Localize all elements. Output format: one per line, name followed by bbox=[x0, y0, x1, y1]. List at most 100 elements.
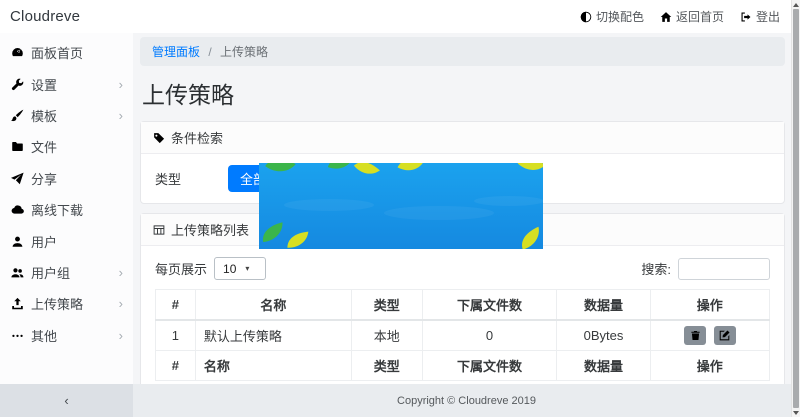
upload-icon bbox=[11, 297, 24, 310]
ellipsis-icon bbox=[11, 329, 24, 342]
wrench-icon bbox=[11, 78, 24, 91]
breadcrumb-separator: / bbox=[208, 45, 211, 59]
sidebar-item-label: 设置 bbox=[31, 75, 57, 94]
user-icon bbox=[11, 235, 24, 248]
table-footer-header-row: # 名称 类型 下属文件数 数据量 操作 bbox=[156, 351, 770, 381]
column-footer: 名称 bbox=[195, 351, 351, 381]
sidebar-item-label: 离线下载 bbox=[31, 200, 83, 219]
edit-icon bbox=[719, 330, 730, 341]
logout-icon bbox=[740, 11, 752, 23]
sidebar-item-dashboard[interactable]: 面板首页 bbox=[0, 37, 133, 68]
topbar-actions: 切换配色 返回首页 登出 bbox=[580, 8, 780, 25]
page-title: 上传策略 bbox=[142, 76, 783, 110]
sidebar-item-users[interactable]: 用户 bbox=[0, 225, 133, 256]
scrollbar-thumb[interactable] bbox=[793, 9, 799, 408]
column-header[interactable]: 名称 bbox=[195, 290, 351, 321]
cell-index: 1 bbox=[156, 320, 196, 351]
policy-table: # 名称 类型 下属文件数 数据量 操作 1 默认上传策略 本地 0 0Byte bbox=[155, 289, 770, 381]
share-icon bbox=[11, 172, 24, 185]
policy-list-card-title: 上传策略列表 bbox=[171, 220, 249, 239]
sidebar-collapse-button[interactable]: ‹ bbox=[0, 384, 133, 417]
theme-toggle-button[interactable]: 切换配色 bbox=[580, 8, 644, 25]
brush-icon bbox=[11, 109, 24, 122]
sidebar-item-label: 用户 bbox=[31, 232, 57, 251]
column-footer: # bbox=[156, 351, 196, 381]
cell-policy-type: 本地 bbox=[351, 320, 422, 351]
scroll-down-button[interactable] bbox=[792, 408, 800, 417]
vertical-scrollbar[interactable] bbox=[791, 0, 800, 417]
sidebar-item-offline-download[interactable]: 离线下载 bbox=[0, 194, 133, 225]
column-header[interactable]: # bbox=[156, 290, 196, 321]
sidebar-item-shares[interactable]: 分享 bbox=[0, 163, 133, 194]
column-footer: 数据量 bbox=[557, 351, 650, 381]
sidebar-item-templates[interactable]: 模板 › bbox=[0, 100, 133, 131]
breadcrumb: 管理面板 / 上传策略 bbox=[140, 37, 785, 66]
chevron-right-icon: › bbox=[119, 77, 123, 92]
chevron-left-icon: ‹ bbox=[64, 393, 68, 408]
folder-icon bbox=[11, 140, 24, 153]
chevron-right-icon: › bbox=[119, 108, 123, 123]
tag-icon bbox=[153, 132, 165, 144]
per-page-select[interactable]: 10 ▾ bbox=[214, 257, 266, 280]
chevron-right-icon: › bbox=[119, 265, 123, 280]
per-page-label: 每页展示 bbox=[155, 259, 207, 278]
back-home-button[interactable]: 返回首页 bbox=[660, 8, 724, 25]
filter-card-title: 条件检索 bbox=[171, 128, 223, 147]
cell-actions bbox=[650, 320, 769, 351]
cell-file-count: 0 bbox=[422, 320, 557, 351]
arrow-up-icon bbox=[793, 3, 799, 7]
logout-label: 登出 bbox=[756, 8, 780, 25]
page-footer: Copyright © Cloudreve 2019 bbox=[133, 384, 800, 417]
arrow-down-icon bbox=[793, 411, 799, 415]
table-header-row: # 名称 类型 下属文件数 数据量 操作 bbox=[156, 290, 770, 321]
column-footer: 下属文件数 bbox=[422, 351, 557, 381]
breadcrumb-current: 上传策略 bbox=[220, 45, 268, 59]
column-header[interactable]: 下属文件数 bbox=[422, 290, 557, 321]
caret-down-icon: ▾ bbox=[245, 264, 249, 273]
theme-toggle-icon bbox=[580, 11, 592, 23]
dashboard-icon bbox=[11, 46, 24, 59]
column-header[interactable]: 数据量 bbox=[557, 290, 650, 321]
delete-policy-button[interactable] bbox=[684, 326, 706, 345]
users-icon bbox=[11, 266, 24, 279]
sidebar-item-label: 其他 bbox=[31, 326, 57, 345]
cell-data-size: 0Bytes bbox=[557, 320, 650, 351]
home-icon bbox=[660, 11, 672, 23]
trash-icon bbox=[690, 330, 701, 341]
sidebar: 面板首页 设置 › 模板 › 文件 分享 离线下载 用户 用户组 › 上传策略 … bbox=[0, 33, 133, 384]
column-header[interactable]: 类型 bbox=[351, 290, 422, 321]
search-label: 搜索: bbox=[641, 259, 671, 278]
sidebar-item-label: 上传策略 bbox=[31, 294, 83, 313]
copyright-text: Copyright © Cloudreve 2019 bbox=[397, 395, 536, 407]
cell-policy-name: 默认上传策略 bbox=[195, 320, 351, 351]
brand-logo: Cloudreve bbox=[10, 8, 80, 25]
sidebar-item-user-groups[interactable]: 用户组 › bbox=[0, 257, 133, 288]
sidebar-item-files[interactable]: 文件 bbox=[0, 131, 133, 162]
column-footer: 类型 bbox=[351, 351, 422, 381]
column-footer: 操作 bbox=[650, 351, 769, 381]
type-label: 类型 bbox=[155, 169, 228, 188]
edit-policy-button[interactable] bbox=[714, 326, 736, 345]
per-page-value: 10 bbox=[223, 262, 236, 276]
sidebar-item-label: 模板 bbox=[31, 106, 57, 125]
sidebar-item-label: 文件 bbox=[31, 137, 57, 156]
search-input[interactable] bbox=[678, 258, 770, 280]
overlay-image bbox=[259, 163, 543, 249]
logout-button[interactable]: 登出 bbox=[740, 8, 780, 25]
cloud-icon bbox=[11, 203, 24, 216]
sidebar-item-settings[interactable]: 设置 › bbox=[0, 68, 133, 99]
sidebar-item-label: 面板首页 bbox=[31, 43, 83, 62]
sidebar-item-others[interactable]: 其他 › bbox=[0, 320, 133, 351]
sidebar-item-upload-policies[interactable]: 上传策略 › bbox=[0, 288, 133, 319]
table-icon bbox=[153, 224, 165, 236]
column-header[interactable]: 操作 bbox=[650, 290, 769, 321]
scroll-up-button[interactable] bbox=[792, 0, 800, 9]
filter-card-header: 条件检索 bbox=[141, 122, 784, 154]
top-bar: Cloudreve 切换配色 返回首页 登出 bbox=[0, 0, 800, 33]
sidebar-item-label: 用户组 bbox=[31, 263, 70, 282]
chevron-right-icon: › bbox=[119, 296, 123, 311]
sidebar-item-label: 分享 bbox=[31, 169, 57, 188]
breadcrumb-admin-link[interactable]: 管理面板 bbox=[152, 45, 200, 59]
table-row: 1 默认上传策略 本地 0 0Bytes bbox=[156, 320, 770, 351]
theme-toggle-label: 切换配色 bbox=[596, 8, 644, 25]
